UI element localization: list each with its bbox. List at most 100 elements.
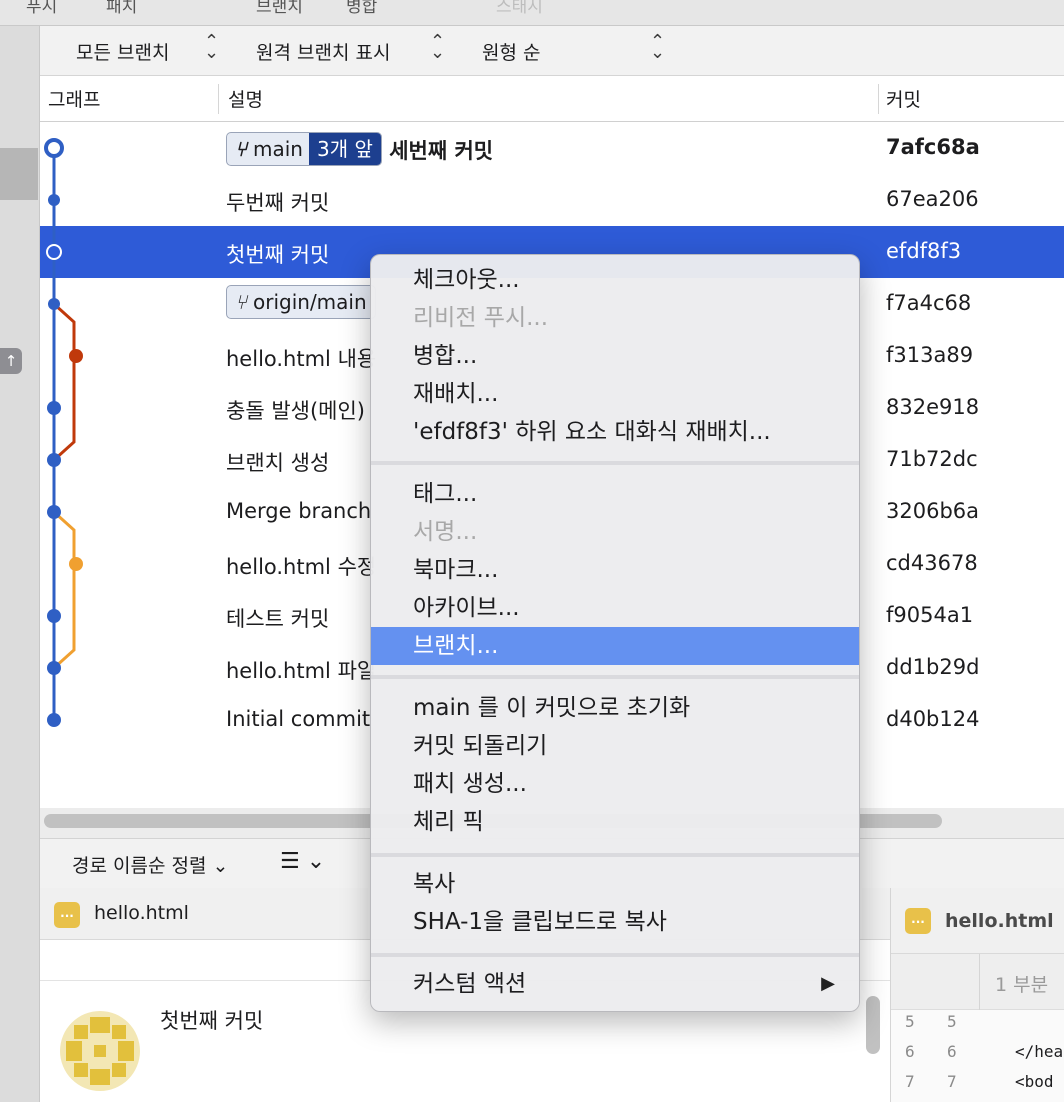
commit-hash: efdf8f3 bbox=[886, 239, 962, 263]
column-divider[interactable] bbox=[878, 84, 879, 114]
menu-item-tag[interactable]: 태그... bbox=[371, 475, 859, 513]
column-graph[interactable]: 그래프 bbox=[48, 85, 100, 112]
old-line-number: 7 bbox=[905, 1072, 915, 1091]
menu-item-copy-sha[interactable]: SHA-1을 클립보드로 복사 bbox=[371, 903, 859, 941]
commit-node bbox=[69, 349, 83, 363]
commit-message: hello.html 내용 bbox=[226, 347, 377, 371]
commit-node bbox=[47, 505, 61, 519]
commit-message: hello.html 수정 bbox=[226, 555, 377, 579]
commit-graph bbox=[44, 138, 83, 727]
commit-node bbox=[47, 453, 61, 467]
new-line-number: 5 bbox=[947, 1012, 957, 1031]
hunk-header: 1 부분 bbox=[891, 954, 1064, 1010]
column-divider[interactable] bbox=[218, 84, 219, 114]
toolbar-branch-label[interactable]: 브랜치 bbox=[256, 0, 303, 17]
commit-message: 두번째 커밋 bbox=[226, 191, 330, 215]
menu-item-create-patch[interactable]: 패치 생성... bbox=[371, 765, 859, 803]
menu-item-custom-actions[interactable]: 커스텀 액션 ▶ bbox=[371, 965, 859, 1003]
column-commit[interactable]: 커밋 bbox=[886, 85, 921, 112]
commit-message: Merge branch bbox=[226, 499, 372, 523]
commit-description: ⑂ main 3개 앞 세번째 커밋 bbox=[226, 132, 494, 166]
menu-item-branch[interactable]: 브랜치... bbox=[371, 627, 859, 665]
commit-description: ⑂ origin/main bbox=[226, 285, 376, 319]
commit-node-selected bbox=[46, 244, 62, 260]
commit-node bbox=[47, 713, 61, 727]
diff-line: </hea bbox=[1015, 1042, 1064, 1061]
sort-label: 경로 이름순 정렬 bbox=[72, 855, 207, 877]
list-options-icon[interactable]: ☰ ⌄ bbox=[280, 849, 325, 874]
commit-node bbox=[47, 661, 61, 675]
menu-item-reset-main[interactable]: main 를 이 커밋으로 초기화 bbox=[371, 689, 859, 727]
head-commit-node bbox=[44, 138, 64, 158]
commit-row[interactable]: 두번째 커밋 67ea206 bbox=[40, 174, 1064, 226]
toolbar-pull-label[interactable]: 패치 bbox=[106, 0, 137, 17]
diff-header: ... hello.html bbox=[891, 888, 1064, 954]
order-select[interactable]: 원형 순 bbox=[482, 38, 540, 65]
chevron-updown-icon[interactable]: ⌃ ⌄ bbox=[650, 33, 665, 62]
commit-hash: 67ea206 bbox=[886, 187, 979, 211]
commit-message: 세번째 커밋 bbox=[389, 139, 494, 163]
branch-filter-select[interactable]: 모든 브랜치 bbox=[76, 38, 169, 65]
chevron-down-icon: ⌄ bbox=[212, 855, 229, 877]
hunk-label: 1 부분 bbox=[995, 974, 1049, 996]
toolbar-merge-label[interactable]: 병합 bbox=[346, 0, 377, 17]
commit-hash: f7a4c68 bbox=[886, 291, 972, 315]
remote-branch-select[interactable]: 원격 브랜치 표시 bbox=[256, 38, 390, 65]
file-name: hello.html bbox=[94, 902, 189, 924]
chevron-updown-icon[interactable]: ⌃ ⌄ bbox=[204, 33, 219, 62]
commit-node bbox=[48, 298, 60, 310]
vertical-scrollbar[interactable] bbox=[866, 996, 880, 1054]
new-line-number: 6 bbox=[947, 1042, 957, 1061]
menu-item-revert[interactable]: 커밋 되돌리기 bbox=[371, 727, 859, 765]
column-description[interactable]: 설명 bbox=[228, 85, 263, 112]
commit-message: 브랜치 생성 bbox=[226, 451, 330, 475]
menu-item-merge[interactable]: 병합... bbox=[371, 337, 859, 375]
commit-hash: f9054a1 bbox=[886, 603, 974, 627]
filter-bar: 모든 브랜치 ⌃ ⌄ 원격 브랜치 표시 ⌃ ⌄ 원형 순 ⌃ ⌄ bbox=[40, 26, 1064, 76]
push-arrow-icon[interactable]: ↑ bbox=[0, 348, 22, 374]
commit-message: 테스트 커밋 bbox=[226, 607, 330, 631]
graph-branch-orange bbox=[52, 510, 76, 670]
diff-line: <bod bbox=[1015, 1072, 1054, 1091]
commit-message: 첫번째 커밋 bbox=[226, 243, 330, 267]
old-line-number: 6 bbox=[905, 1042, 915, 1061]
commit-row[interactable]: ⑂ main 3개 앞 세번째 커밋 7afc68a bbox=[40, 122, 1064, 174]
commit-hash: 7afc68a bbox=[886, 135, 980, 159]
sort-select[interactable]: 경로 이름순 정렬 ⌄ bbox=[72, 851, 228, 878]
context-menu: 체크아웃... 리비전 푸시... 병합... 재배치... 'efdf8f3'… bbox=[370, 254, 860, 1012]
commit-node bbox=[69, 557, 83, 571]
sidebar-gutter: ↑ bbox=[0, 26, 40, 1102]
menu-item-rebase[interactable]: 재배치... bbox=[371, 375, 859, 413]
diff-file-name: hello.html bbox=[945, 910, 1054, 932]
sidebar-selection bbox=[0, 148, 38, 200]
branch-icon: ⑂ bbox=[235, 290, 247, 314]
branch-badge[interactable]: ⑂ origin/main bbox=[226, 285, 376, 319]
branch-badge[interactable]: ⑂ main 3개 앞 bbox=[226, 132, 382, 166]
commit-hash: 832e918 bbox=[886, 395, 980, 419]
menu-item-archive[interactable]: 아카이브... bbox=[371, 589, 859, 627]
commit-hash: f313a89 bbox=[886, 343, 974, 367]
file-modified-icon: ... bbox=[905, 908, 931, 934]
commit-message: hello.html 파일 bbox=[226, 659, 377, 683]
commit-message: 충돌 발생(메인) bbox=[226, 399, 365, 423]
menu-item-bookmark[interactable]: 북마크... bbox=[371, 551, 859, 589]
commit-hash: cd43678 bbox=[886, 551, 978, 575]
commit-hash: d40b124 bbox=[886, 707, 980, 731]
commit-node bbox=[47, 609, 61, 623]
menu-divider bbox=[371, 853, 859, 857]
menu-item-checkout[interactable]: 체크아웃... bbox=[371, 261, 859, 299]
line-number-divider bbox=[979, 954, 980, 1010]
avatar bbox=[60, 1011, 140, 1091]
menu-item-interactive-rebase[interactable]: 'efdf8f3' 하위 요소 대화식 재배치... bbox=[371, 413, 859, 451]
toolbar-stash-label: 스태시 bbox=[496, 0, 543, 17]
menu-item-copy[interactable]: 복사 bbox=[371, 865, 859, 903]
old-line-number: 5 bbox=[905, 1012, 915, 1031]
commit-hash: dd1b29d bbox=[886, 655, 980, 679]
menu-divider bbox=[371, 953, 859, 957]
toolbar-push-label[interactable]: 푸시 bbox=[26, 0, 57, 17]
chevron-updown-icon[interactable]: ⌃ ⌄ bbox=[430, 33, 445, 62]
menu-item-cherry-pick[interactable]: 체리 픽 bbox=[371, 803, 859, 841]
menu-item-push-revision: 리비전 푸시... bbox=[413, 305, 549, 331]
diff-panel: ... hello.html 1 부분 5 5 6 6 </hea 7 7 <b… bbox=[890, 888, 1064, 1102]
diff-code: 5 5 6 6 </hea 7 7 <bod bbox=[891, 1010, 1064, 1102]
